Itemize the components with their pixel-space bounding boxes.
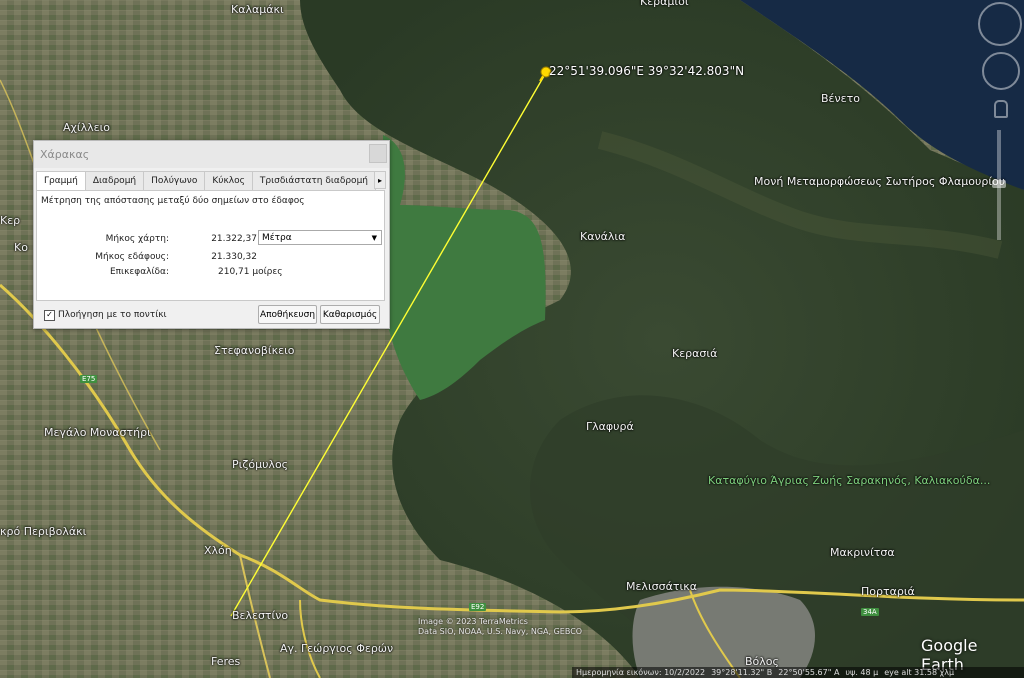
heading-value: 210,71 μοίρες — [218, 267, 283, 277]
imagery-copyright: Image © 2023 TerraMetrics Data SIO, NOAA… — [418, 617, 583, 636]
road-label: E75 — [80, 375, 98, 383]
place-label: Feres — [211, 655, 241, 668]
save-button[interactable]: Αποθήκευση — [258, 305, 317, 324]
latitude-readout: 39°28'11.32" Β — [711, 668, 773, 677]
place-label: Καταφύγιο Άγριας Ζωής Σαρακηνός, Καλιακο… — [708, 474, 991, 487]
place-label: Ριζόμυλος — [232, 458, 289, 471]
place-label: Αγ. Γεώργιος Φερών — [280, 642, 394, 655]
tab-line[interactable]: Γραμμή — [36, 171, 86, 192]
ground-length-value: 21.330,32 — [211, 252, 257, 262]
place-label: Χλόη — [204, 544, 232, 557]
dialog-title: Χάρακας — [40, 148, 90, 161]
place-label: Πορταριά — [861, 585, 915, 598]
place-label: Μελισσάτικα — [626, 580, 697, 593]
place-label: Κανάλια — [580, 230, 626, 243]
earth-map-view[interactable]: 22°51'39.096"E 39°32'42.803"N Καλαμάκι Κ… — [0, 0, 1024, 678]
place-label: Μεγάλο Μοναστήρι — [44, 426, 151, 439]
elevation-readout: υψ. 48 μ — [845, 668, 879, 677]
place-label: Αχίλλειο — [63, 121, 111, 134]
dialog-titlebar[interactable]: Χάρακας — [34, 141, 389, 168]
place-label: Κεράμιδι — [640, 0, 689, 8]
ruler-tabs: Γραμμή Διαδρομή Πολύγωνο Κύκλος Τρισδιάσ… — [36, 171, 376, 192]
tab-polygon[interactable]: Πολύγωνο — [143, 171, 206, 191]
place-label: Μονή Μεταμορφώσεως Σωτήρος Φλαμουρίου — [754, 175, 1006, 188]
dialog-footer: ✓ Πλοήγηση με το ποντίκι Αποθήκευση Καθα… — [34, 303, 389, 327]
mouse-navigation-label: Πλοήγηση με το ποντίκι — [58, 310, 167, 320]
close-button[interactable] — [369, 144, 387, 163]
tab-scroll-right-icon[interactable]: ▸ — [374, 171, 386, 189]
imagery-date: Ημερομηνία εικόνων: 10/2/2022 — [576, 668, 706, 677]
road-label: 34A — [861, 608, 879, 616]
place-label: Γλαφυρά — [586, 420, 634, 433]
place-label: Μακρινίτσα — [830, 546, 895, 559]
navigation-controls — [976, 0, 1024, 250]
clear-button[interactable]: Καθαρισμός — [320, 305, 380, 324]
place-label: Καλαμάκι — [231, 3, 284, 16]
map-length-label: Μήκος χάρτη: — [105, 234, 169, 244]
map-length-value: 21.322,37 — [211, 234, 257, 244]
unit-select-value: Μέτρα — [262, 233, 292, 243]
satellite-imagery — [0, 0, 1024, 678]
compass-ring[interactable] — [978, 2, 1022, 46]
place-label: Κερασιά — [672, 347, 718, 360]
place-label: Βελεστίνο — [232, 609, 289, 622]
place-label: Κερ — [0, 214, 21, 227]
ruler-panel: Μέτρηση της απόστασης μεταξύ δύο σημείων… — [36, 190, 385, 301]
heading-label: Επικεφαλίδα: — [109, 267, 169, 277]
ruler-dialog: Χάρακας Γραμμή Διαδρομή Πολύγωνο Κύκλος … — [33, 140, 390, 329]
ruler-description: Μέτρηση της απόστασης μεταξύ δύο σημείων… — [41, 196, 305, 206]
pin-coordinates-label: 22°51'39.096"E 39°32'42.803"N — [549, 64, 745, 78]
chevron-down-icon: ▼ — [371, 234, 377, 242]
place-label: Κο — [14, 241, 28, 254]
place-label: Βένετο — [821, 92, 860, 105]
tab-circle[interactable]: Κύκλος — [204, 171, 253, 191]
mouse-navigation-checkbox[interactable]: ✓ — [44, 310, 55, 321]
tab-3d-path[interactable]: Τρισδιάστατη διαδρομή — [251, 171, 376, 191]
status-bar: Ημερομηνία εικόνων: 10/2/2022 39°28'11.3… — [572, 667, 1024, 678]
road-label: E92 — [469, 603, 487, 611]
place-label: Στεφανοβίκειο — [214, 344, 295, 357]
place-label: κρό Περιβολάκι — [0, 525, 87, 538]
eye-altitude-readout: eye alt 31.58 χλμ — [884, 668, 955, 677]
zoom-slider-handle[interactable] — [992, 180, 1006, 188]
street-view-pegman-icon[interactable] — [994, 100, 1008, 118]
look-joystick[interactable] — [982, 52, 1020, 90]
longitude-readout: 22°50'55.67" Α — [778, 668, 840, 677]
unit-select[interactable]: Μέτρα ▼ — [258, 230, 382, 245]
tab-path[interactable]: Διαδρομή — [84, 171, 145, 191]
ground-length-label: Μήκος εδάφους: — [95, 252, 169, 262]
